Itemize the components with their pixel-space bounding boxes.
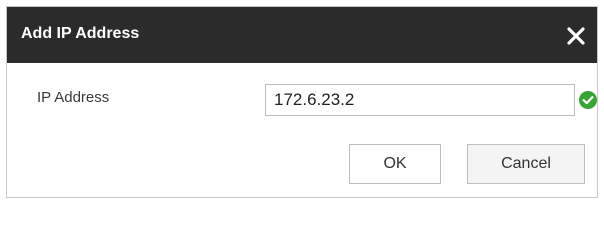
cancel-button[interactable]: Cancel	[467, 144, 585, 184]
add-ip-address-dialog: Add IP Address IP Address OK Cancel	[6, 6, 598, 198]
ip-address-input[interactable]	[265, 84, 575, 116]
ip-address-label: IP Address	[37, 89, 110, 106]
ok-button[interactable]: OK	[349, 144, 441, 184]
check-circle-icon	[579, 91, 597, 109]
dialog-title: Add IP Address	[21, 25, 140, 42]
dialog-titlebar: Add IP Address	[7, 7, 597, 63]
close-icon[interactable]	[563, 23, 589, 49]
